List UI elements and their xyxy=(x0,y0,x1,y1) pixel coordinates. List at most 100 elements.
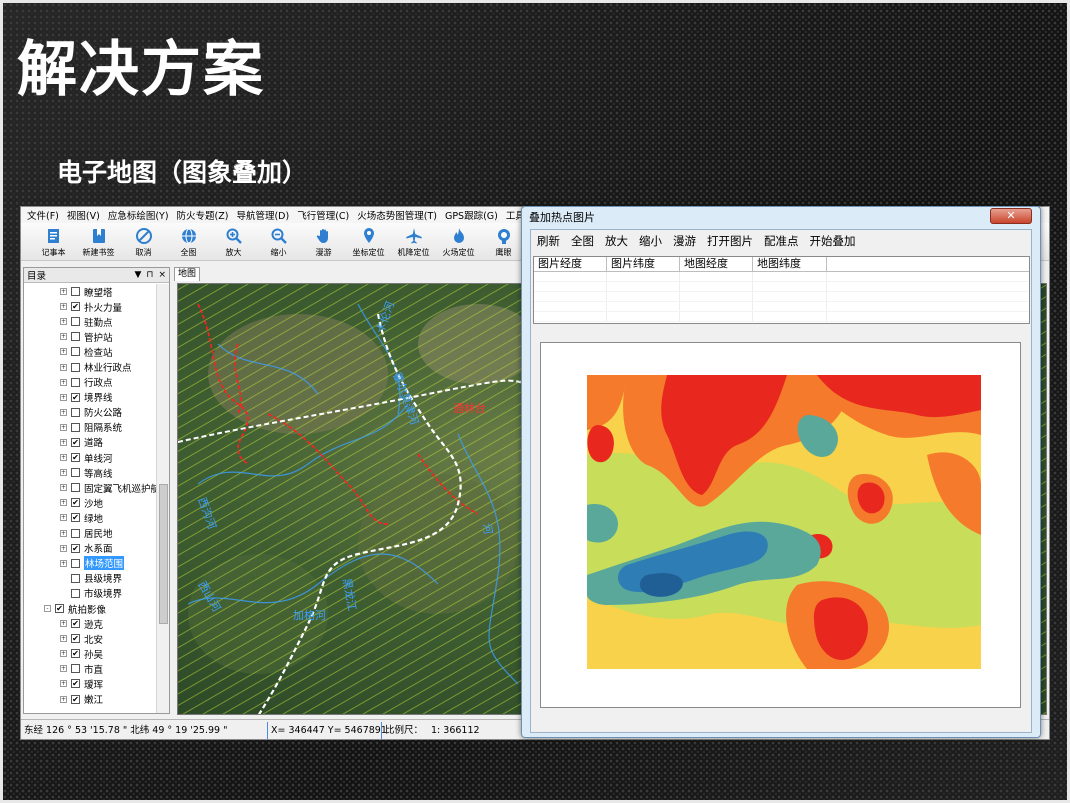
tree-item[interactable]: + ✔ 扑火力量 xyxy=(24,299,156,314)
tree-item[interactable]: + 驻勤点 xyxy=(24,314,156,329)
expand-toggle[interactable]: + xyxy=(60,423,67,431)
tree-item[interactable]: + 瞭望塔 xyxy=(24,284,156,299)
close-button[interactable]: ✕ xyxy=(990,208,1032,224)
tree-item[interactable]: + 等高线 xyxy=(24,465,156,480)
expand-toggle[interactable]: + xyxy=(60,454,67,462)
expand-toggle[interactable]: + xyxy=(60,650,67,658)
tree-item[interactable]: + 防火公路 xyxy=(24,405,156,420)
coordinate-locate-button[interactable]: 坐标定位 xyxy=(346,226,391,258)
tree-item[interactable]: + 林场范围 xyxy=(24,556,156,571)
tree-item[interactable]: + 居民地 xyxy=(24,526,156,541)
expand-toggle[interactable]: + xyxy=(60,378,67,386)
menu-fire-situation[interactable]: 火场态势图管理(T) xyxy=(353,208,441,222)
layer-checkbox[interactable] xyxy=(71,558,80,568)
control-points-menu-item[interactable]: 配准点 xyxy=(764,233,799,249)
layer-checkbox[interactable] xyxy=(71,422,80,432)
tree-item[interactable]: 市级境界 xyxy=(24,586,156,601)
layer-checkbox[interactable] xyxy=(71,377,80,387)
tree-item[interactable]: + 检查站 xyxy=(24,344,156,359)
expand-toggle[interactable]: + xyxy=(60,469,67,477)
dropdown-icon[interactable]: ▼ xyxy=(135,270,142,280)
layer-checkbox[interactable]: ✔ xyxy=(71,649,80,659)
eagle-eye-button[interactable]: 鹰眼 xyxy=(481,226,526,258)
tree-item[interactable]: 县级境界 xyxy=(24,571,156,586)
column-map-lon[interactable]: 地图经度 xyxy=(680,257,753,271)
layer-checkbox[interactable] xyxy=(71,347,80,357)
start-overlay-menu-item[interactable]: 开始叠加 xyxy=(810,233,856,249)
layer-checkbox[interactable] xyxy=(71,528,80,538)
expand-toggle[interactable]: + xyxy=(60,438,67,446)
tree-item[interactable]: + 行政点 xyxy=(24,375,156,390)
tree-item[interactable]: + ✔ 绿地 xyxy=(24,510,156,525)
menu-fire-topic[interactable]: 防火专题(Z) xyxy=(173,208,233,222)
zoom-in-button[interactable]: 放大 xyxy=(211,226,256,258)
layer-checkbox[interactable] xyxy=(71,588,80,598)
expand-toggle[interactable]: + xyxy=(60,544,67,552)
tree-item[interactable]: + ✔ 孙吴 xyxy=(24,646,156,661)
layer-checkbox[interactable]: ✔ xyxy=(71,694,80,704)
expand-toggle[interactable]: + xyxy=(60,559,67,567)
expand-toggle[interactable]: + xyxy=(60,408,67,416)
column-image-lon[interactable]: 图片经度 xyxy=(534,257,607,271)
layer-checkbox[interactable] xyxy=(71,468,80,478)
layer-checkbox[interactable]: ✔ xyxy=(71,302,80,312)
expand-toggle[interactable]: + xyxy=(60,665,67,673)
expand-toggle[interactable]: + xyxy=(60,620,67,628)
tree-item[interactable]: + ✔ 水系面 xyxy=(24,541,156,556)
layer-checkbox[interactable]: ✔ xyxy=(71,498,80,508)
expand-toggle[interactable]: + xyxy=(60,393,67,401)
tree-item[interactable]: + ✔ 嫩江 xyxy=(24,692,156,707)
expand-toggle[interactable]: + xyxy=(60,695,67,703)
expand-toggle[interactable]: + xyxy=(60,529,67,537)
expand-toggle[interactable]: + xyxy=(60,348,67,356)
menu-navigation[interactable]: 导航管理(D) xyxy=(232,208,293,222)
layer-checkbox[interactable]: ✔ xyxy=(71,619,80,629)
layer-checkbox[interactable] xyxy=(71,317,80,327)
layer-checkbox[interactable]: ✔ xyxy=(71,437,80,447)
tree-item[interactable]: + ✔ 瑷珲 xyxy=(24,676,156,691)
layer-checkbox[interactable]: ✔ xyxy=(71,679,80,689)
expand-toggle[interactable]: + xyxy=(60,514,67,522)
expand-toggle[interactable]: + xyxy=(60,484,67,492)
layer-checkbox[interactable] xyxy=(71,483,80,493)
tree-item[interactable]: + ✔ 沙地 xyxy=(24,495,156,510)
tree-item[interactable]: + 管护站 xyxy=(24,329,156,344)
layer-checkbox[interactable]: ✔ xyxy=(71,634,80,644)
tree-item[interactable]: + ✔ 道路 xyxy=(24,435,156,450)
fire-locate-button[interactable]: 火场定位 xyxy=(436,226,481,258)
tree-item[interactable]: + 固定翼飞机巡护航 xyxy=(24,480,156,495)
pan-menu-item[interactable]: 漫游 xyxy=(673,233,696,249)
tree-item[interactable]: + ✔ 单线河 xyxy=(24,450,156,465)
zoom-in-menu-item[interactable]: 放大 xyxy=(605,233,628,249)
expand-toggle[interactable]: + xyxy=(60,363,67,371)
layer-checkbox[interactable] xyxy=(71,573,80,583)
layer-checkbox[interactable]: ✔ xyxy=(71,513,80,523)
full-extent-menu-item[interactable]: 全图 xyxy=(571,233,594,249)
tree-item[interactable]: + ✔ 北安 xyxy=(24,631,156,646)
expand-toggle[interactable]: + xyxy=(60,333,67,341)
menu-flight[interactable]: 飞行管理(C) xyxy=(293,208,353,222)
layer-checkbox[interactable] xyxy=(71,664,80,674)
zoom-out-button[interactable]: 缩小 xyxy=(256,226,301,258)
tree-item[interactable]: - ✔ 航拍影像 xyxy=(24,601,156,616)
tree-item[interactable]: + 林业行政点 xyxy=(24,359,156,374)
layer-checkbox[interactable]: ✔ xyxy=(71,392,80,402)
layer-checkbox[interactable] xyxy=(71,407,80,417)
layer-checkbox[interactable] xyxy=(71,287,80,297)
layer-checkbox[interactable]: ✔ xyxy=(71,453,80,463)
close-icon[interactable]: × xyxy=(158,270,166,280)
column-map-lat[interactable]: 地图纬度 xyxy=(753,257,827,271)
expand-toggle[interactable]: + xyxy=(60,635,67,643)
expand-toggle[interactable]: + xyxy=(60,499,67,507)
layer-checkbox[interactable]: ✔ xyxy=(55,604,64,614)
tree-item[interactable]: + ✔ 逊克 xyxy=(24,616,156,631)
menu-file[interactable]: 文件(F) xyxy=(23,208,63,222)
pin-panel-icon[interactable]: ⊓ xyxy=(146,270,153,280)
control-point-table[interactable]: 图片经度 图片纬度 地图经度 地图纬度 xyxy=(533,256,1030,324)
zoom-out-menu-item[interactable]: 缩小 xyxy=(639,233,662,249)
expand-toggle[interactable]: + xyxy=(60,303,67,311)
tree-item[interactable]: + 阻隔系统 xyxy=(24,420,156,435)
menu-emergency-plot[interactable]: 应急标绘图(Y) xyxy=(104,208,173,222)
layer-checkbox[interactable] xyxy=(71,362,80,372)
expand-toggle[interactable]: + xyxy=(60,318,67,326)
